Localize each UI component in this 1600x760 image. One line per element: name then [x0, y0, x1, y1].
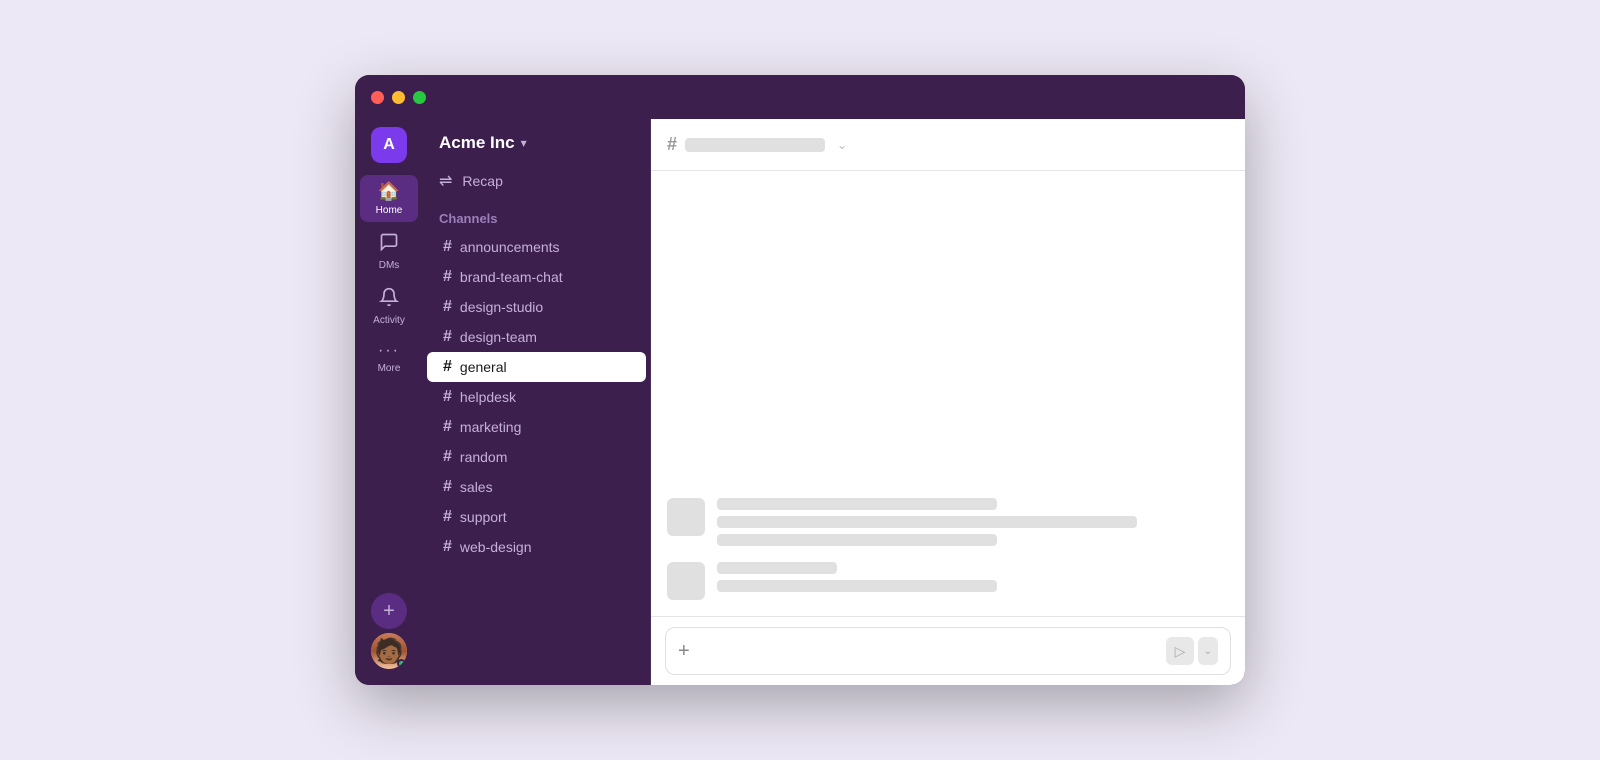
more-icon: ··· — [378, 342, 400, 360]
avatar-skeleton — [667, 498, 705, 536]
app-body: A 🏠 Home DMs — [355, 119, 1245, 685]
channel-item-support[interactable]: # support — [427, 502, 646, 532]
hash-icon: # — [443, 538, 452, 556]
hash-icon: # — [443, 358, 452, 376]
app-window: A 🏠 Home DMs — [355, 75, 1245, 685]
main-chat-area: # ⌄ — [651, 119, 1245, 685]
channel-item-random[interactable]: # random — [427, 442, 646, 472]
hash-icon: # — [443, 508, 452, 526]
channel-name: random — [460, 449, 507, 465]
sidebar-item-activity[interactable]: Activity — [360, 281, 418, 332]
channel-name: general — [460, 359, 507, 375]
plus-icon: + — [383, 600, 395, 623]
channel-item-marketing[interactable]: # marketing — [427, 412, 646, 442]
user-avatar[interactable]: 🧑🏾 — [371, 633, 407, 669]
chat-input-box: + ▷ ⌄ — [665, 627, 1231, 675]
chevron-down-icon: ⌄ — [1204, 646, 1212, 657]
add-workspace-button[interactable]: + — [371, 593, 407, 629]
sidebar-item-more[interactable]: ··· More — [360, 336, 418, 380]
online-status-dot — [397, 659, 406, 668]
avatar-skeleton — [667, 562, 705, 600]
channel-item-design-studio[interactable]: # design-studio — [427, 292, 646, 322]
hash-icon: # — [443, 478, 452, 496]
hash-icon: # — [443, 298, 452, 316]
channel-item-helpdesk[interactable]: # helpdesk — [427, 382, 646, 412]
channel-name: design-team — [460, 329, 537, 345]
channel-item-web-design[interactable]: # web-design — [427, 532, 646, 562]
messages-spacer — [667, 187, 1229, 482]
channel-name: sales — [460, 479, 493, 495]
more-label: More — [378, 363, 401, 374]
channel-item-general[interactable]: # general — [427, 352, 646, 382]
workspace-avatar[interactable]: A — [371, 127, 407, 163]
hash-icon: # — [443, 418, 452, 436]
channel-sidebar: Acme Inc ▾ ⇌ Recap Channels # announceme… — [423, 119, 651, 685]
message-content-skeleton — [717, 562, 1229, 592]
channel-item-design-team[interactable]: # design-team — [427, 322, 646, 352]
send-button[interactable]: ▷ — [1166, 637, 1194, 665]
hash-icon: # — [443, 268, 452, 286]
workspace-header[interactable]: Acme Inc ▾ — [423, 119, 650, 163]
channel-name: support — [460, 509, 507, 525]
activity-label: Activity — [373, 315, 405, 326]
channel-name: marketing — [460, 419, 521, 435]
sidebar-item-dms[interactable]: DMs — [360, 226, 418, 277]
recap-icon: ⇌ — [439, 171, 452, 191]
channel-name: web-design — [460, 539, 532, 555]
sidebar-item-home[interactable]: 🏠 Home — [360, 175, 418, 222]
channel-list: # announcements # brand-team-chat # desi… — [423, 232, 650, 562]
dms-label: DMs — [379, 260, 400, 271]
channel-name: brand-team-chat — [460, 269, 563, 285]
channel-name: design-studio — [460, 299, 543, 315]
hash-icon: # — [443, 388, 452, 406]
skeleton-line — [717, 534, 997, 546]
hash-icon: # — [443, 448, 452, 466]
skeleton-line — [717, 516, 1137, 528]
chat-messages — [651, 171, 1245, 616]
title-bar — [355, 75, 1245, 119]
chat-header: # ⌄ — [651, 119, 1245, 171]
workspace-name: Acme Inc — [439, 133, 515, 153]
channel-hash-icon: # — [667, 134, 677, 155]
channel-item-brand-team-chat[interactable]: # brand-team-chat — [427, 262, 646, 292]
channel-name-skeleton — [685, 138, 825, 152]
skeleton-line — [717, 562, 837, 574]
activity-icon — [379, 287, 399, 312]
recap-label: Recap — [462, 173, 502, 189]
message-skeleton-1 — [667, 498, 1229, 546]
hash-icon: # — [443, 238, 452, 256]
send-icon: ▷ — [1175, 643, 1186, 660]
skeleton-line — [717, 580, 997, 592]
icon-sidebar: A 🏠 Home DMs — [355, 119, 423, 685]
minimize-button[interactable] — [392, 91, 405, 104]
home-label: Home — [376, 205, 403, 216]
message-skeleton-2 — [667, 562, 1229, 600]
recap-item[interactable]: ⇌ Recap — [423, 163, 650, 199]
message-content-skeleton — [717, 498, 1229, 546]
chat-input-area: + ▷ ⌄ — [651, 616, 1245, 685]
close-button[interactable] — [371, 91, 384, 104]
channel-name: announcements — [460, 239, 560, 255]
maximize-button[interactable] — [413, 91, 426, 104]
skeleton-line — [717, 498, 997, 510]
chevron-down-icon: ⌄ — [837, 138, 847, 152]
hash-icon: # — [443, 328, 452, 346]
workspace-chevron-icon: ▾ — [521, 136, 527, 150]
home-icon: 🏠 — [378, 181, 400, 202]
dms-icon — [379, 232, 399, 257]
add-attachment-button[interactable]: + — [678, 640, 690, 663]
channel-name: helpdesk — [460, 389, 516, 405]
channels-section-label: Channels — [423, 199, 650, 232]
send-button-group: ▷ ⌄ — [1166, 637, 1218, 665]
send-options-button[interactable]: ⌄ — [1198, 637, 1218, 665]
channel-item-sales[interactable]: # sales — [427, 472, 646, 502]
channel-item-announcements[interactable]: # announcements — [427, 232, 646, 262]
